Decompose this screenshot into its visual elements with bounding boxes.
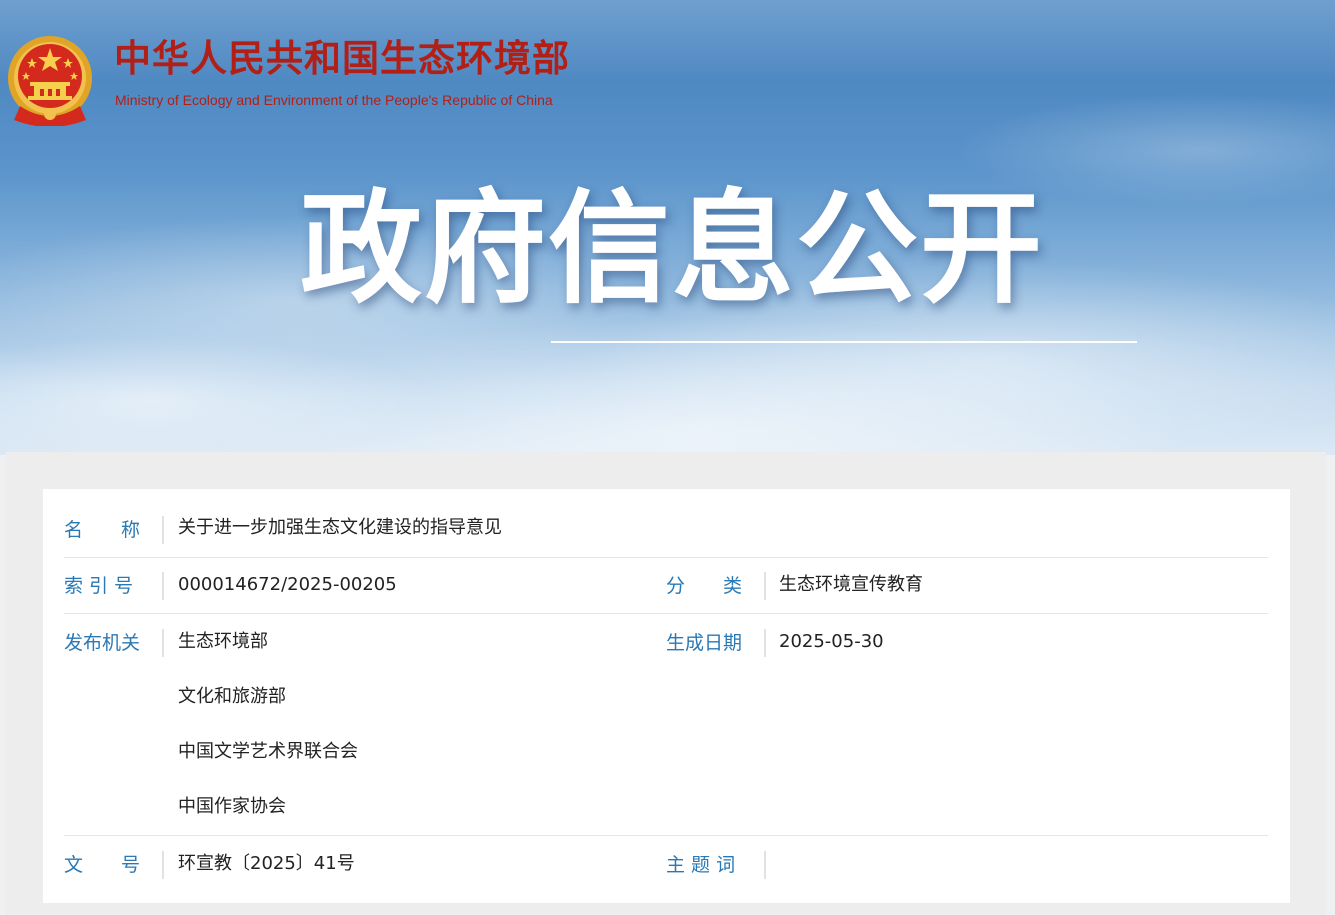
docno-value: 环宣教〔2025〕41号 [178,853,355,874]
national-emblem-icon [8,36,92,126]
header-banner: 中华人民共和国生态环境部 Ministry of Ecology and Env… [0,0,1335,455]
category-label: 分 类 [666,572,766,600]
keywords-label: 主 题 词 [666,851,766,879]
publisher-item: 中国文学艺术界联合会 [178,741,358,762]
name-value: 关于进一步加强生态文化建设的指导意见 [178,517,502,538]
name-label: 名 称 [64,516,164,544]
index-value: 000014672/2025-00205 [178,574,397,595]
date-label: 生成日期 [666,629,766,657]
publisher-item: 中国作家协会 [178,796,286,817]
site-name-cn: 中华人民共和国生态环境部 [114,36,570,80]
info-row-name: 名 称 关于进一步加强生态文化建设的指导意见 [64,503,1268,558]
banner-title: 政府信息公开 [300,178,1044,320]
category-value: 生态环境宣传教育 [779,574,923,595]
info-row-index: 索 引 号 000014672/2025-00205 分 类 生态环境宣传教育 [64,558,1268,614]
publisher-item: 生态环境部 [178,631,268,652]
publisher-label: 发布机关 [64,629,164,657]
date-value: 2025-05-30 [779,631,884,652]
site-name-en: Ministry of Ecology and Environment of t… [115,92,553,108]
index-label: 索 引 号 [64,572,164,600]
docno-label: 文 号 [64,851,164,879]
banner-divider [551,341,1137,343]
publisher-item: 文化和旅游部 [178,686,286,707]
info-row-publisher: 发布机关 生态环境部 文化和旅游部 中国文学艺术界联合会 中国作家协会 生成日期… [64,614,1268,836]
info-row-docno: 文 号 环宣教〔2025〕41号 主 题 词 [64,836,1268,896]
